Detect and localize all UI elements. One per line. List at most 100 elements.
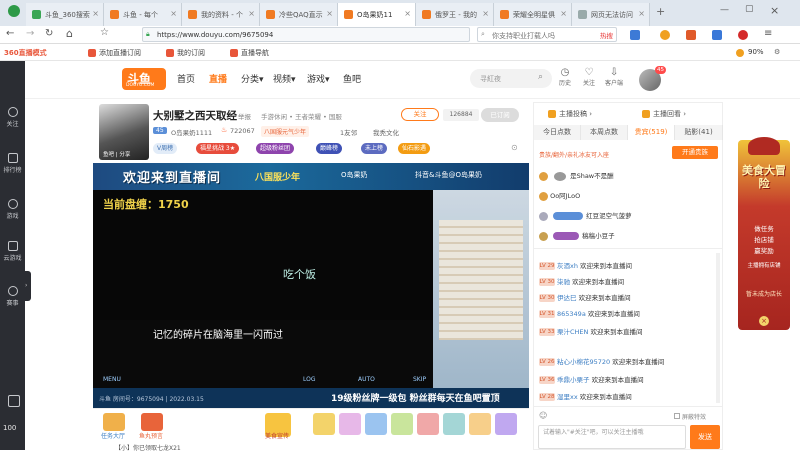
guild-name[interactable]: 我秃文化 xyxy=(373,127,399,137)
follow-button[interactable]: ♡ 关注 xyxy=(583,67,595,87)
rank-tag[interactable]: 八国服元气少年 xyxy=(261,126,310,137)
sidebar-item-game[interactable]: 游戏 xyxy=(0,199,25,220)
nav-video[interactable]: 视频▾ xyxy=(273,72,296,85)
search-icon[interactable]: ⌕ xyxy=(538,72,543,82)
game-auto[interactable]: AUTO xyxy=(358,376,375,383)
history-button[interactable]: ◷ 历史 xyxy=(559,67,571,87)
douyu-logo[interactable]: 斗鱼 DOUYU.COM xyxy=(122,68,166,90)
bookmark-settings-icon[interactable]: ⚙ xyxy=(774,48,780,56)
game-skip[interactable]: SKIP xyxy=(413,376,426,383)
bookmark-live-nav[interactable]: 直播导航 xyxy=(230,48,269,58)
close-icon[interactable]: × xyxy=(560,9,567,18)
vip-row[interactable]: 是Shaw不是酬 xyxy=(539,171,717,181)
badge-super-fans[interactable]: 超级粉丝团 xyxy=(256,143,295,154)
chat-username[interactable]: 乖鼎小栗子 xyxy=(557,376,590,384)
breadcrumb[interactable]: 手游休闲 • 王者荣耀 • 国服 xyxy=(261,111,342,121)
sidebar-item-rank[interactable]: 排行榜 xyxy=(0,153,25,174)
chat-input[interactable]: 试着输入"#关注"吧，可以关注主播哦 xyxy=(538,425,686,449)
extension-icon[interactable] xyxy=(660,30,670,40)
chat-username[interactable]: 栗汁CHEN xyxy=(557,328,588,336)
bookmark-360-live[interactable]: 360直播模式 xyxy=(4,48,47,58)
streamer-name[interactable]: O岛果奶1111 xyxy=(171,127,212,137)
home-icon[interactable]: ⌂ xyxy=(66,27,73,40)
forward-icon[interactable]: → xyxy=(26,28,34,39)
bottom-tool-icon[interactable] xyxy=(8,395,20,407)
browser-tab[interactable]: 冷些QAQ直示 × xyxy=(260,3,338,26)
window-close-icon[interactable]: × xyxy=(770,4,779,17)
browser-tab[interactable]: 斗鱼 - 每个 × xyxy=(104,3,182,26)
sidebar-item-follow[interactable]: 关注 xyxy=(0,107,25,128)
badge-lucky-challenge[interactable]: 福星挑战 3★ xyxy=(196,143,240,154)
nav-fishbar[interactable]: 鱼吧 xyxy=(343,72,361,85)
browser-tab[interactable]: 网页无法访问 × xyxy=(572,3,650,26)
badge-fairy-stone[interactable]: 仙石影遇 xyxy=(398,143,431,154)
menu-icon[interactable]: ≡ xyxy=(764,28,772,39)
gift-item[interactable] xyxy=(313,413,335,435)
food-promo-label[interactable]: 美食宣传 xyxy=(265,431,289,440)
hot-search-badge[interactable]: 热搜 xyxy=(600,30,613,40)
refresh-icon[interactable]: ↻ xyxy=(45,28,53,39)
badge-peak-rank[interactable]: 巅峰榜 xyxy=(316,143,343,154)
effects-toggle[interactable]: 屏蔽特效 xyxy=(674,412,706,421)
nav-live[interactable]: 直播 xyxy=(209,72,227,85)
close-icon[interactable]: × xyxy=(170,9,177,18)
send-button[interactable]: 发送 xyxy=(690,425,720,449)
fishball-predict-label[interactable]: 鱼丸预言 xyxy=(139,431,163,440)
vip-row[interactable]: 红豆泥空气菠萝 xyxy=(539,211,717,221)
browser-tab[interactable]: 我的资料 - 个 × xyxy=(182,3,260,26)
follow-room-button[interactable]: 关注 xyxy=(401,108,439,121)
back-icon[interactable]: ← xyxy=(6,28,14,39)
close-icon[interactable]: × xyxy=(248,9,255,18)
gift-item[interactable] xyxy=(417,413,439,435)
chat-username[interactable]: 伊达巳 xyxy=(557,294,577,302)
streamer-posts-link[interactable]: 主播投稿 › xyxy=(548,109,592,119)
fishball-predict-icon[interactable] xyxy=(141,413,163,431)
promo-banner[interactable]: 美食大冒险 做任务 抢店铺 赢奖励 主播拥有店铺 暂未成为店长 × xyxy=(738,137,790,330)
extension-icon[interactable] xyxy=(738,30,748,40)
nav-home[interactable]: 首页 xyxy=(177,72,195,85)
sidebar-item-cloud-game[interactable]: 云游戏 xyxy=(0,241,25,262)
browser-tab[interactable]: 荣耀全明星俱 × xyxy=(494,3,572,26)
chat-username[interactable]: 粘心小棉花95720 xyxy=(557,358,610,366)
gift-item[interactable] xyxy=(339,413,361,435)
expand-icon[interactable]: ⊙ xyxy=(511,143,518,152)
browser-tab[interactable]: 斗鱼_360搜索 × xyxy=(26,3,104,26)
chat-username[interactable]: 湿里xx xyxy=(557,393,578,401)
tab-vip[interactable]: 贵宾(519) xyxy=(628,125,675,140)
browser-logo-icon[interactable] xyxy=(8,5,20,17)
new-tab-icon[interactable]: + xyxy=(656,5,665,18)
bookmark-my-subscription[interactable]: 我的订阅 xyxy=(166,48,205,58)
gift-item[interactable] xyxy=(469,413,491,435)
video-player[interactable]: 当前盘缠：1750 吃个饭 记忆的碎片在脑海里一闪而过 MENU LOG AUT… xyxy=(93,190,529,388)
close-icon[interactable]: × xyxy=(326,9,333,18)
extension-icon[interactable] xyxy=(712,30,722,40)
task-hall-label[interactable]: 任务大厅 xyxy=(101,431,125,440)
nav-game[interactable]: 游戏▾ xyxy=(307,72,330,85)
extension-icon[interactable] xyxy=(630,30,640,40)
game-log[interactable]: LOG xyxy=(303,376,316,383)
client-button[interactable]: ⇩ 客户端 xyxy=(605,67,623,87)
browser-tab[interactable]: 俄罗王 - 我的 × xyxy=(416,3,494,26)
sidebar-item-match[interactable]: 赛事 xyxy=(0,286,25,307)
promo-close-icon[interactable]: × xyxy=(759,316,769,326)
zoom-level[interactable]: 90% xyxy=(748,48,764,56)
vip-row[interactable]: Oo阿JLoO xyxy=(539,191,717,201)
site-search-input[interactable]: 寻紅夜 ⌕ xyxy=(470,69,552,88)
streamer-avatar[interactable]: 鱼吧 | 分享 xyxy=(99,104,149,160)
tab-week-points[interactable]: 本周点数 xyxy=(581,125,628,140)
minimize-icon[interactable]: — xyxy=(720,5,729,15)
gift-item[interactable] xyxy=(495,413,517,435)
nav-category[interactable]: 分类▾ xyxy=(241,72,264,85)
tab-today-points[interactable]: 今日点数 xyxy=(534,125,581,140)
close-icon[interactable]: × xyxy=(92,9,99,18)
maximize-icon[interactable]: ▢ xyxy=(745,4,754,14)
close-icon[interactable]: × xyxy=(638,9,645,18)
subscribe-button[interactable]: 已订阅 xyxy=(481,108,519,122)
browser-tab-active[interactable]: O岛果奶11 × xyxy=(338,3,416,26)
tab-fans[interactable]: 贴影(41) xyxy=(675,125,723,140)
task-hall-icon[interactable] xyxy=(103,413,125,431)
badge-weekly-rank[interactable]: V周榜 xyxy=(153,143,178,154)
extension-icon[interactable] xyxy=(686,30,696,40)
bookmark-add-subscription[interactable]: 添加直播订阅 xyxy=(88,48,141,58)
search-field[interactable]: ⌕ 你支持职业打载人吗 热搜 xyxy=(477,27,617,42)
